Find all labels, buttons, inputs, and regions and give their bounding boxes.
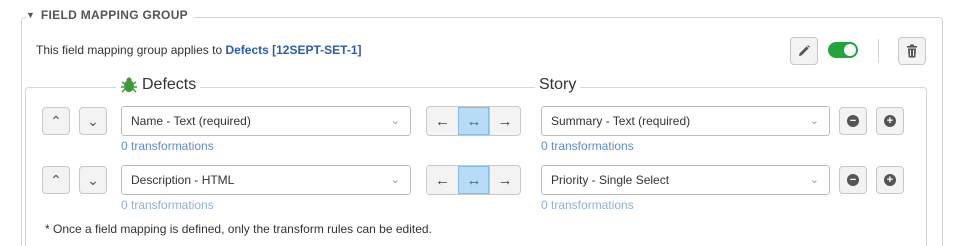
row-1-target-field-select[interactable]: Summary - Text (required) ⌄ <box>541 106 830 136</box>
group-title: FIELD MAPPING GROUP <box>40 8 188 22</box>
row-2-source-transformations-link[interactable]: 0 transformations <box>121 198 214 212</box>
source-column-title: Defects <box>116 76 201 94</box>
row-1-source-transformations-link[interactable]: 0 transformations <box>121 139 214 153</box>
source-title-text: Defects <box>142 76 197 93</box>
dropdown-chevron-icon: ⌄ <box>809 115 819 127</box>
toggle-knob <box>844 44 856 56</box>
applies-link[interactable]: Defects [12SEPT-SET-1] <box>225 43 361 57</box>
dropdown-chevron-icon: ⌄ <box>390 174 400 186</box>
row-2-move-down-button[interactable]: ⌄ <box>79 166 107 194</box>
chevron-up-icon: ⌃ <box>50 112 62 129</box>
arrow-both-icon: ↔ <box>466 112 482 130</box>
row-2-source-field-select[interactable]: Description - HTML ⌄ <box>121 165 411 195</box>
chevron-down-icon: ⌄ <box>87 171 99 188</box>
chevron-up-icon: ⌃ <box>50 171 62 188</box>
trash-icon <box>907 44 917 58</box>
row-1-direction-group: ← ↔ → <box>426 106 521 136</box>
row-2-source-field-value: Description - HTML <box>131 173 235 187</box>
row-1-move-up-button[interactable]: ⌃ <box>42 107 70 135</box>
minus-circle-icon: − <box>847 174 859 186</box>
row-2-remove-button[interactable]: − <box>839 166 867 194</box>
row-2-target-field-value: Priority - Single Select <box>551 173 670 187</box>
arrow-left-icon: ← <box>435 171 450 189</box>
row-2-add-button[interactable]: + <box>876 166 904 194</box>
row-1-source-field-select[interactable]: Name - Text (required) ⌄ <box>121 106 411 136</box>
plus-circle-icon: + <box>884 174 896 186</box>
row-2-move-up-button[interactable]: ⌃ <box>42 166 70 194</box>
arrow-right-icon: → <box>497 171 513 189</box>
row-1-source-field-value: Name - Text (required) <box>131 114 251 128</box>
applies-text: This field mapping group applies to Defe… <box>36 43 362 57</box>
chevron-down-icon: ⌄ <box>87 112 99 129</box>
row-1-add-button[interactable]: + <box>876 107 904 135</box>
collapse-caret-icon[interactable]: ▼ <box>26 10 35 20</box>
target-title-text: Story <box>539 76 577 93</box>
target-column-title: Story <box>535 76 581 94</box>
row-2-direction-right-button[interactable]: → <box>489 166 520 194</box>
row-2-direction-both-button[interactable]: ↔ <box>458 166 489 194</box>
row-1-target-field-value: Summary - Text (required) <box>551 114 691 128</box>
pencil-icon <box>799 45 810 56</box>
delete-button[interactable] <box>898 37 926 65</box>
enabled-toggle[interactable] <box>828 42 858 58</box>
bug-icon <box>121 77 137 93</box>
row-1-move-down-button[interactable]: ⌄ <box>79 107 107 135</box>
arrow-both-icon: ↔ <box>466 171 482 189</box>
minus-circle-icon: − <box>847 115 859 127</box>
row-2-target-field-select[interactable]: Priority - Single Select ⌄ <box>541 165 830 195</box>
row-2-direction-left-button[interactable]: ← <box>427 166 458 194</box>
group-header[interactable]: ▼ FIELD MAPPING GROUP <box>26 8 194 22</box>
arrow-left-icon: ← <box>435 112 450 130</box>
plus-circle-icon: + <box>884 115 896 127</box>
dropdown-chevron-icon: ⌄ <box>809 174 819 186</box>
row-1-target-transformations-link[interactable]: 0 transformations <box>541 139 634 153</box>
row-1-direction-both-button[interactable]: ↔ <box>458 107 489 135</box>
row-1-remove-button[interactable]: − <box>839 107 867 135</box>
edit-note: * Once a field mapping is defined, only … <box>45 222 432 236</box>
row-1-direction-left-button[interactable]: ← <box>427 107 458 135</box>
row-2-direction-group: ← ↔ → <box>426 165 521 195</box>
row-1-direction-right-button[interactable]: → <box>489 107 520 135</box>
arrow-right-icon: → <box>497 112 513 130</box>
dropdown-chevron-icon: ⌄ <box>390 115 400 127</box>
edit-button[interactable] <box>790 37 818 65</box>
row-2-target-transformations-link[interactable]: 0 transformations <box>541 198 634 212</box>
applies-prefix: This field mapping group applies to <box>36 43 226 57</box>
divider <box>878 39 879 63</box>
